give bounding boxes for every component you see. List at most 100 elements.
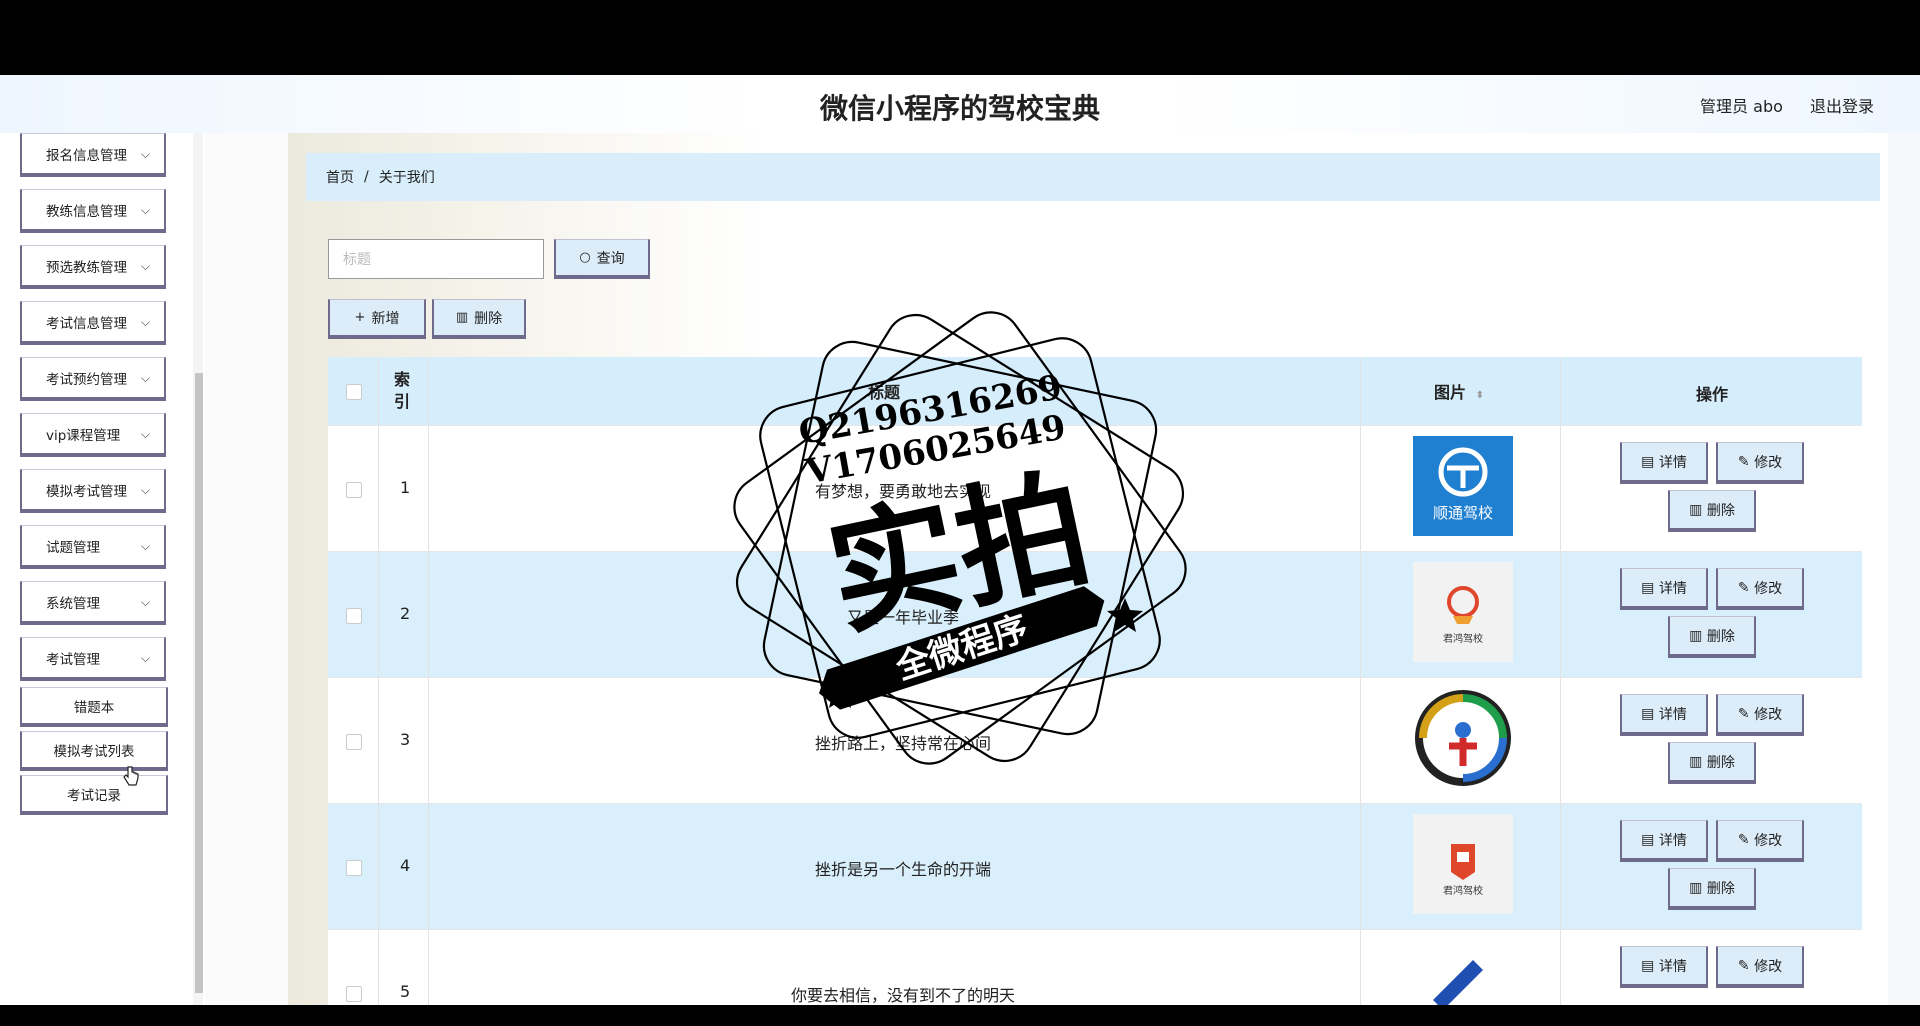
edit-button[interactable]: ✎ 修改: [1716, 946, 1804, 988]
row-title: 有梦想，要勇敢地去实现: [814, 482, 991, 501]
sidebar-subitem-label: 考试记录: [67, 787, 121, 804]
chevron-down-icon: ⌵: [140, 427, 150, 441]
row-checkbox[interactable]: [346, 734, 362, 750]
row-checkbox[interactable]: [346, 986, 362, 1002]
edit-button[interactable]: ✎ 修改: [1716, 568, 1804, 610]
row-checkbox[interactable]: [346, 860, 362, 876]
breadcrumb: 首页 / 关于我们: [306, 153, 1880, 201]
plus-icon: +: [354, 310, 366, 325]
header-image[interactable]: 图片 ⬍: [1434, 379, 1484, 403]
sidebar-subitem-mock-list[interactable]: 模拟考试列表: [20, 731, 168, 771]
detail-label: 详情: [1658, 580, 1687, 597]
breadcrumb-current: 关于我们: [378, 170, 435, 186]
col-divider: [1360, 552, 1361, 677]
sidebar-item-registration[interactable]: 报名信息管理 ⌵: [20, 133, 166, 177]
document-icon: ▤: [1641, 831, 1655, 848]
logo-text: 君鸿驾校: [1443, 884, 1483, 897]
breadcrumb-home[interactable]: 首页: [326, 167, 354, 187]
detail-button[interactable]: ▤ 详情: [1620, 568, 1708, 610]
document-icon: ▤: [1641, 957, 1655, 974]
sidebar-item-vip-course[interactable]: vip课程管理 ⌵: [20, 413, 166, 457]
table-row: 4 挫折是另一个生命的开端 君鸿驾校 ▤ 详情 ✎ 修改 ▥ 删除: [328, 803, 1862, 929]
sidebar-item-system[interactable]: 系统管理 ⌵: [20, 581, 166, 625]
table-row: 1 有梦想，要勇敢地去实现 顺通驾校 ▤ 详情 ✎ 修改 ▥ 删除: [328, 425, 1862, 551]
edit-button[interactable]: ✎ 修改: [1716, 442, 1804, 484]
sidebar-item-coach-select[interactable]: 预选教练管理 ⌵: [20, 245, 166, 289]
chevron-down-icon: ⌵: [140, 203, 150, 217]
delete-label: 删除: [1706, 628, 1735, 645]
sidebar-subitem-exam-records[interactable]: 考试记录: [20, 775, 168, 815]
app-title: 微信小程序的驾校宝典: [819, 92, 1100, 125]
row-image[interactable]: 君鸿驾校: [1413, 562, 1513, 662]
table-row: 2 又是一年毕业季 君鸿驾校 ▤ 详情 ✎ 修改 ▥ 删除: [328, 551, 1862, 677]
delete-button[interactable]: ▥ 删除: [1668, 868, 1756, 910]
document-icon: ▤: [1641, 579, 1655, 596]
sidebar-item-exam-booking[interactable]: 考试预约管理 ⌵: [20, 357, 166, 401]
row-checkbox[interactable]: [346, 608, 362, 624]
col-divider: [1560, 804, 1561, 929]
select-all-checkbox[interactable]: [346, 384, 362, 400]
sidebar-scroll-thumb[interactable]: [195, 373, 203, 993]
search-input[interactable]: 标题: [328, 239, 544, 279]
bulk-delete-label: 删除: [474, 310, 503, 327]
sidebar-item-label: 试题管理: [46, 539, 100, 556]
delete-label: 删除: [1706, 880, 1735, 897]
row-image[interactable]: [1413, 940, 1513, 1005]
add-button[interactable]: + 新增: [328, 299, 426, 339]
pencil-icon: ✎: [1737, 453, 1750, 470]
header-image-label: 图片: [1434, 383, 1467, 402]
detail-label: 详情: [1658, 706, 1687, 723]
sidebar-item-label: vip课程管理: [46, 427, 121, 444]
edit-button[interactable]: ✎ 修改: [1716, 820, 1804, 862]
detail-button[interactable]: ▤ 详情: [1620, 820, 1708, 862]
row-index: 1: [400, 478, 411, 497]
header-title[interactable]: 标题: [868, 379, 900, 403]
detail-label: 详情: [1658, 832, 1687, 849]
sidebar: 报名信息管理 ⌵ 教练信息管理 ⌵ 预选教练管理 ⌵ 考试信息管理 ⌵ 考试预约…: [0, 133, 205, 1005]
hand-cursor-icon: [123, 766, 139, 786]
table-header: 索 引 标题 图片 ⬍ 操作: [328, 357, 1862, 425]
sidebar-subitem-wrong-book[interactable]: 错题本: [20, 687, 168, 727]
delete-button[interactable]: ▥ 删除: [1668, 490, 1756, 532]
col-divider: [1560, 930, 1561, 1005]
document-icon: ▤: [1641, 705, 1655, 722]
row-checkbox[interactable]: [346, 482, 362, 498]
trash-icon: ▥: [1689, 501, 1703, 518]
main-content: 首页 / 关于我们 标题 ○ 查询 + 新增 ▥ 删除 索 引 标题 图片 ⬍ …: [288, 133, 1920, 1005]
sidebar-item-coach-info[interactable]: 教练信息管理 ⌵: [20, 189, 166, 233]
sort-icon[interactable]: ⬍: [1476, 390, 1484, 401]
search-button[interactable]: ○ 查询: [554, 239, 650, 279]
col-divider: [1360, 804, 1361, 929]
sidebar-item-questions[interactable]: 试题管理 ⌵: [20, 525, 166, 569]
pencil-icon: ✎: [1737, 957, 1750, 974]
chevron-down-icon: ⌵: [140, 539, 150, 553]
col-divider: [1360, 678, 1361, 803]
delete-button[interactable]: ▥ 删除: [1668, 616, 1756, 658]
table-row: 3 挫折路上，坚持常在心间 ▤ 详情 ✎ 修改 ▥ 删除: [328, 677, 1862, 803]
logout-link[interactable]: 退出登录: [1810, 97, 1874, 116]
detail-label: 详情: [1658, 958, 1687, 975]
sidebar-item-exam-manage[interactable]: 考试管理 ⌵: [20, 637, 166, 681]
row-image[interactable]: 顺通驾校: [1413, 436, 1513, 536]
col-divider: [1560, 357, 1561, 425]
sidebar-item-exam-info[interactable]: 考试信息管理 ⌵: [20, 301, 166, 345]
detail-button[interactable]: ▤ 详情: [1620, 694, 1708, 736]
row-image[interactable]: [1413, 688, 1513, 788]
app-window: 微信小程序的驾校宝典 管理员 abo 退出登录 报名信息管理 ⌵ 教练信息管理 …: [0, 75, 1920, 1005]
sidebar-item-mock-exam[interactable]: 模拟考试管理 ⌵: [20, 469, 166, 513]
edit-label: 修改: [1754, 832, 1783, 849]
row-image[interactable]: 君鸿驾校: [1413, 814, 1513, 914]
edit-label: 修改: [1754, 580, 1783, 597]
row-index: 5: [400, 982, 411, 1001]
search-icon: ○: [579, 250, 591, 265]
bulk-delete-button[interactable]: ▥ 删除: [432, 299, 526, 339]
bottom-black-bar: [0, 1005, 1920, 1026]
delete-button[interactable]: ▥ 删除: [1668, 742, 1756, 784]
detail-button[interactable]: ▤ 详情: [1620, 946, 1708, 988]
col-divider: [378, 804, 379, 929]
row-index: 4: [400, 856, 411, 875]
sidebar-subitem-label: 模拟考试列表: [53, 743, 135, 760]
edit-button[interactable]: ✎ 修改: [1716, 694, 1804, 736]
detail-button[interactable]: ▤ 详情: [1620, 442, 1708, 484]
trash-icon: ▥: [1689, 627, 1703, 644]
